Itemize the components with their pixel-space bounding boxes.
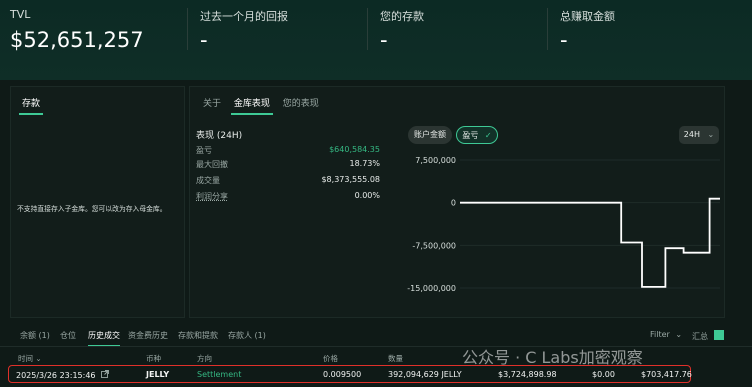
account-value-toggle[interactable]: 账户金额 xyxy=(408,126,452,144)
divider xyxy=(367,8,368,50)
perf-value: $640,584.35 xyxy=(329,145,380,154)
col-price: 价格 xyxy=(323,354,338,363)
divider xyxy=(187,8,188,50)
col-coin: 币种 xyxy=(146,354,161,363)
row-coin: JELLY xyxy=(146,370,170,379)
col-size: 数量 xyxy=(388,354,403,363)
deposit-unsupported-message: 不支持直接存入子金库。您可以改为存入母金库。 xyxy=(17,205,167,213)
row-time[interactable]: 2025/3/26 23:15:46 xyxy=(16,370,109,380)
col-time[interactable]: 时间 ⌄ xyxy=(18,353,42,364)
checkbox-icon xyxy=(713,330,724,340)
perf-row-profit-share: 利润分享 0.00% xyxy=(196,191,380,202)
tab-depositors[interactable]: 存款人 (1) xyxy=(228,330,266,341)
perf-row-pnl: 盈亏 $640,584.35 xyxy=(196,145,380,156)
check-icon: ✓ xyxy=(484,131,492,140)
chevron-down-icon: ⌄ xyxy=(707,130,715,139)
col-time-label: 时间 xyxy=(18,354,33,363)
stats-bar: TVL $52,651,257 过去一个月的回报 - 您的存款 - 总赚取金额 … xyxy=(0,0,752,80)
col-direction: 方向 xyxy=(197,354,212,363)
earned-label: 总赚取金额 xyxy=(560,10,615,23)
filter-label: Filter xyxy=(650,330,670,339)
row-fee: $0.00 xyxy=(592,370,615,379)
earned-value: - xyxy=(560,28,568,52)
y-tick-label: -15,000,000 xyxy=(407,284,456,293)
external-link-icon[interactable] xyxy=(101,370,109,380)
deposit-tabs: 存款 xyxy=(17,96,45,115)
tvl-label: TVL xyxy=(10,8,31,21)
sort-icon: ⌄ xyxy=(35,354,42,363)
row-direction: Settlement xyxy=(197,370,242,379)
tab-vault-performance[interactable]: 金库表现 xyxy=(229,96,275,115)
perf-value: 18.73% xyxy=(349,159,380,168)
tab-deposits-withdrawals[interactable]: 存款和提款 xyxy=(178,330,218,341)
filter-button[interactable]: Filter ⌄ xyxy=(650,330,682,339)
y-tick-label: 7,500,000 xyxy=(415,156,456,165)
pnl-toggle-label: 盈亏 xyxy=(462,131,479,140)
perf-label: 利润分享 xyxy=(196,192,228,201)
tab-funding-history[interactable]: 资金费历史 xyxy=(128,330,168,341)
time-range-select[interactable]: 24H ⌄ xyxy=(679,126,719,144)
pnl-series-line xyxy=(460,197,720,288)
tab-trade-history[interactable]: 历史成交 xyxy=(88,330,120,347)
performance-title: 表现 (24H) xyxy=(196,131,243,141)
row-pnl: $703,417.76 xyxy=(641,370,692,379)
tab-your-performance[interactable]: 您的表现 xyxy=(278,96,324,109)
pnl-chart: 7,500,000 0 -7,500,000 -15,000,000 xyxy=(407,156,720,293)
return-value: - xyxy=(200,28,208,52)
watermark: 公众号 · C Labs加密观察 xyxy=(462,348,643,367)
deposit-label: 您的存款 xyxy=(380,10,424,23)
row-price: 0.009500 xyxy=(323,370,362,379)
y-tick-label: -7,500,000 xyxy=(412,241,456,250)
deposit-panel: 存款 不支持直接存入子金库。您可以改为存入母金库。 xyxy=(10,86,185,318)
tab-balances[interactable]: 余额 (1) xyxy=(20,330,50,341)
divider xyxy=(547,8,548,50)
tab-positions[interactable]: 仓位 xyxy=(60,330,76,341)
pnl-toggle[interactable]: 盈亏 ✓ xyxy=(456,126,498,144)
perf-value: 0.00% xyxy=(354,191,380,200)
row-time-text: 2025/3/26 23:15:46 xyxy=(16,371,96,380)
performance-tabs: 关于 金库表现 您的表现 xyxy=(198,96,324,115)
deposit-value: - xyxy=(380,28,388,52)
tab-about[interactable]: 关于 xyxy=(198,96,226,109)
y-tick-label: 0 xyxy=(451,199,456,208)
tab-deposit[interactable]: 存款 xyxy=(17,96,45,115)
chevron-down-icon: ⌄ xyxy=(675,330,683,339)
summary-label: 汇总 xyxy=(692,332,708,341)
perf-label: 成交量 xyxy=(196,176,220,185)
perf-label: 最大回撤 xyxy=(196,160,228,169)
perf-value: $8,373,555.08 xyxy=(321,175,380,184)
perf-label: 盈亏 xyxy=(196,146,212,155)
perf-row-volume: 成交量 $8,373,555.08 xyxy=(196,175,380,186)
row-size: 392,094,629 JELLY xyxy=(388,370,462,379)
row-value: $3,724,898.98 xyxy=(498,370,557,379)
tvl-value: $52,651,257 xyxy=(10,28,144,52)
return-label: 过去一个月的回报 xyxy=(200,10,288,23)
summary-toggle[interactable]: 汇总 xyxy=(692,330,724,342)
time-range-value: 24H xyxy=(683,130,700,139)
perf-row-max-drawdown: 最大回撤 18.73% xyxy=(196,159,380,170)
